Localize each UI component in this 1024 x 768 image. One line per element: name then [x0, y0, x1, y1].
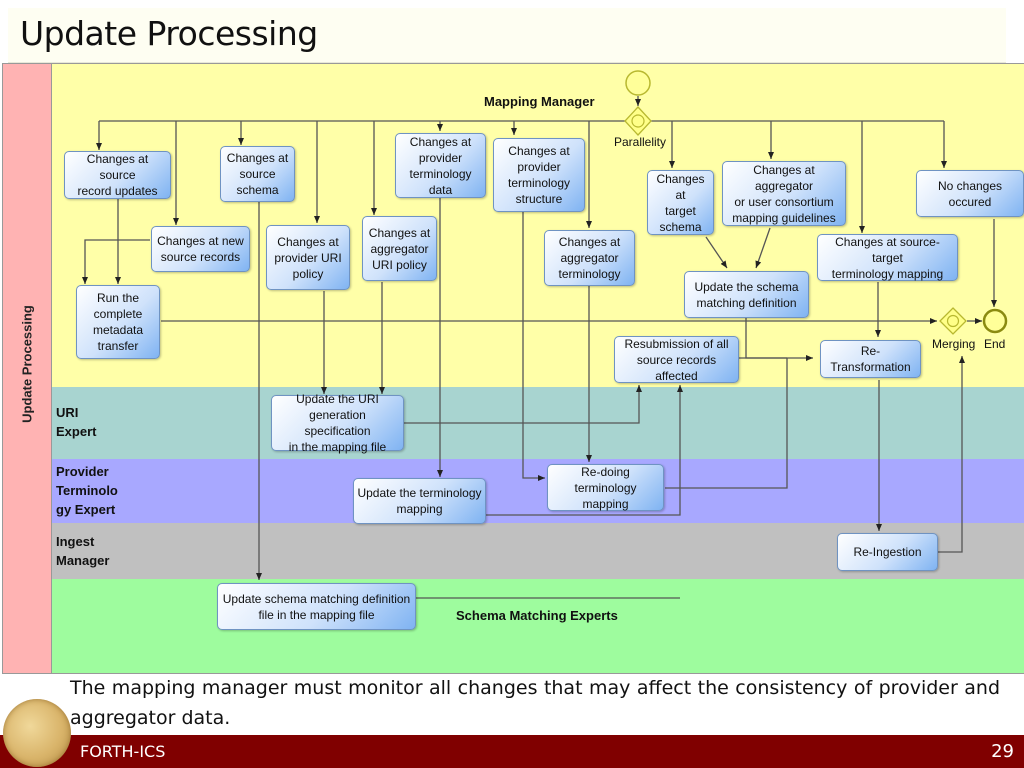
task-source-schema[interactable]: Changes at source schema — [220, 146, 295, 202]
lane-name-mapping-manager: Mapping Manager — [484, 94, 595, 109]
task-update-schema-matching-definition[interactable]: Update the schema matching definition — [684, 271, 809, 318]
task-mapping-guidelines[interactable]: Changes at aggregator or user consortium… — [722, 161, 846, 226]
task-update-terminology-mapping[interactable]: Update the terminology mapping — [353, 478, 486, 524]
coin-logo-icon — [3, 699, 71, 767]
task-re-transformation[interactable]: Re-Transformation — [820, 340, 921, 378]
task-target-schema[interactable]: Changes at target schema — [647, 170, 714, 235]
task-resubmission[interactable]: Resubmission of all source records affec… — [614, 336, 739, 383]
pool-label-text: Update Processing — [19, 305, 35, 423]
task-no-changes[interactable]: No changes occured — [916, 170, 1024, 217]
lane-provider-terminology-expert: Provider Terminolo gy Expert — [52, 459, 1024, 524]
end-event-label: End — [984, 337, 1006, 351]
slide-caption: The mapping manager must monitor all cha… — [70, 677, 1000, 729]
task-source-record-updates[interactable]: Changes at source record updates — [64, 151, 171, 199]
task-provider-terminology-data[interactable]: Changes at provider terminology data — [395, 133, 486, 198]
lane-name-schema-matching-experts: Schema Matching Experts — [456, 608, 618, 623]
footer-organization: FORTH-ICS — [80, 742, 166, 761]
task-re-ingestion[interactable]: Re-Ingestion — [837, 533, 938, 571]
task-redoing-terminology-mapping[interactable]: Re-doing terminology mapping — [547, 464, 664, 511]
lane-schema-matching-experts: Schema Matching Experts — [52, 579, 1024, 673]
footer-bar: FORTH-ICS 29 — [0, 735, 1024, 768]
task-update-uri-generation[interactable]: Update the URI generation specification … — [271, 392, 404, 454]
merge-gateway-label: Merging — [932, 337, 976, 351]
parallel-gateway-label: Parallelity — [614, 135, 667, 149]
task-aggregator-terminology[interactable]: Changes at aggregator terminology — [544, 230, 635, 286]
page-number: 29 — [991, 741, 1014, 762]
lane-name-ingest-manager: Ingest Manager — [56, 534, 110, 568]
pool-label: Update Processing — [3, 64, 52, 673]
task-provider-uri-policy[interactable]: Changes at provider URI policy — [266, 225, 350, 290]
task-provider-terminology-structure[interactable]: Changes at provider terminology structur… — [493, 138, 585, 212]
task-aggregator-uri-policy[interactable]: Changes at aggregator URI policy — [362, 216, 437, 281]
slide-title: Update Processing — [20, 14, 318, 53]
task-update-schema-matching-file[interactable]: Update schema matching definition file i… — [217, 583, 416, 630]
task-source-target-terminology-mapping[interactable]: Changes at source-target terminology map… — [817, 234, 958, 281]
task-new-source-records[interactable]: Changes at new source records — [151, 226, 250, 272]
lane-uri-expert: URI Expert — [52, 387, 1024, 460]
lane-name-uri-expert: URI Expert — [56, 405, 97, 439]
lane-name-provider-terminology-expert: Provider Terminolo gy Expert — [56, 464, 118, 517]
task-run-metadata-transfer[interactable]: Run the complete metadata transfer — [76, 285, 160, 359]
slide-title-bar: Update Processing — [8, 8, 1006, 63]
